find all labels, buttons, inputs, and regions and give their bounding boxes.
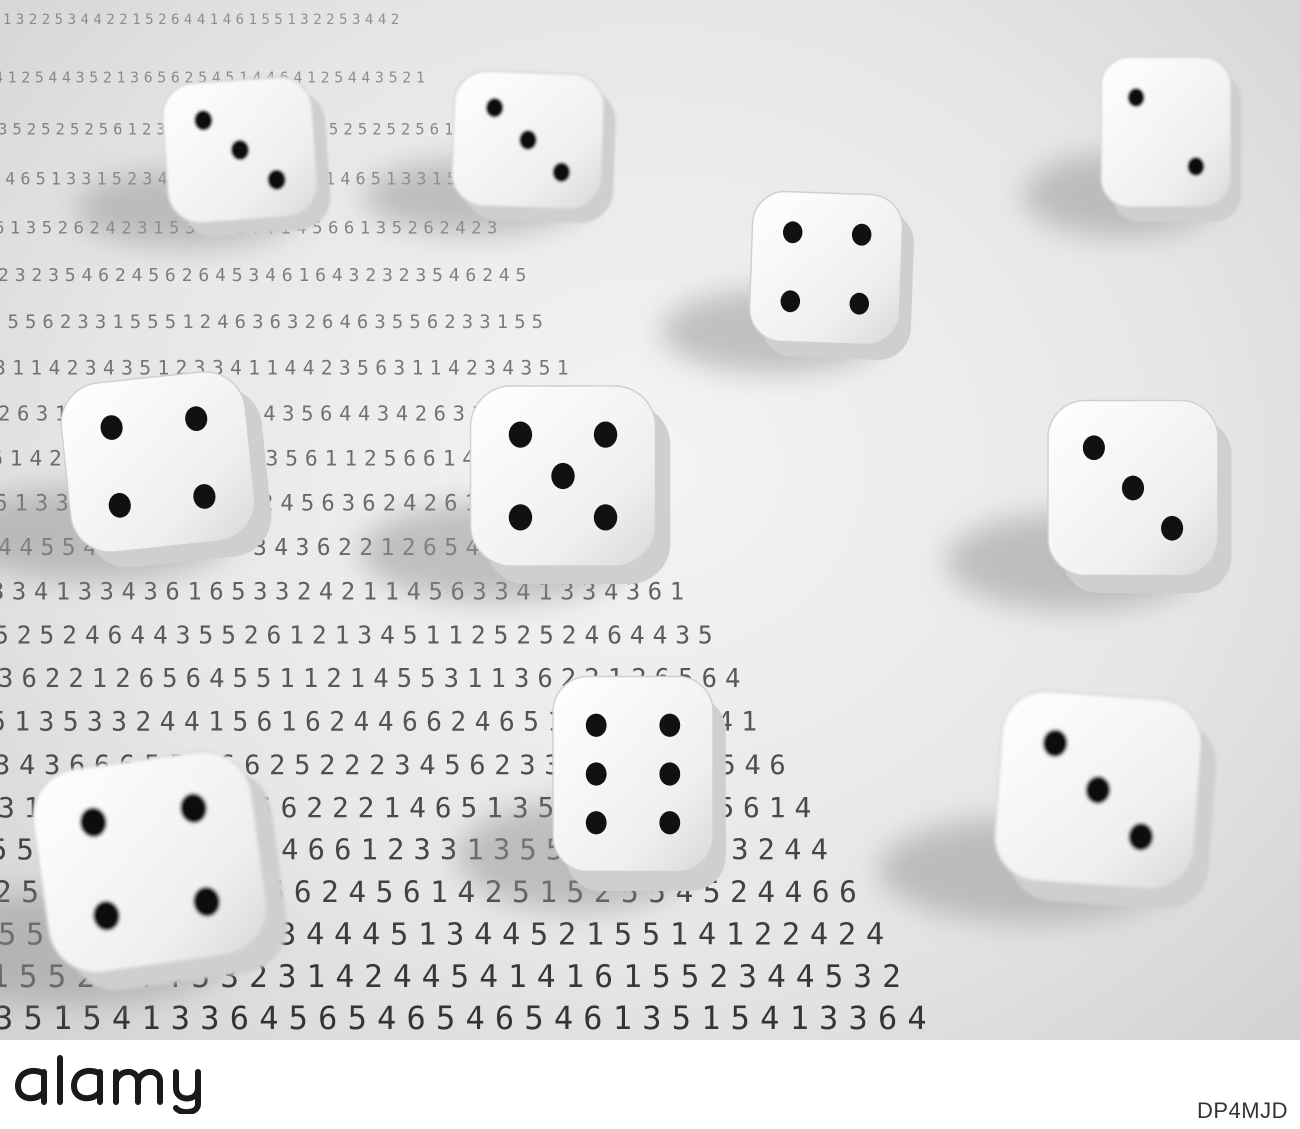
die-pip bbox=[585, 713, 607, 737]
die-pip bbox=[1127, 88, 1145, 107]
die-pip bbox=[508, 421, 533, 448]
die-pip bbox=[1161, 515, 1184, 541]
die bbox=[1047, 399, 1232, 593]
digit-row: 35154133645654654654613515413364 bbox=[0, 999, 937, 1037]
dice-scene: 5132253442215264414615513225344241254435… bbox=[0, 12, 1242, 1037]
die-pip bbox=[508, 504, 533, 531]
die-pip bbox=[593, 504, 618, 531]
die-face bbox=[1100, 56, 1232, 208]
die bbox=[748, 190, 914, 360]
die-pip bbox=[659, 762, 681, 786]
die-face bbox=[60, 371, 256, 553]
die-pip bbox=[551, 462, 575, 490]
die bbox=[451, 70, 616, 223]
die-pip bbox=[659, 811, 681, 835]
digit-row: 51322534422152644146155132253442 bbox=[0, 12, 404, 28]
image-id-label: DP4MJD bbox=[1196, 1098, 1288, 1123]
die bbox=[469, 385, 671, 584]
digit-row: 35562331555124636326463556233155 bbox=[0, 311, 549, 333]
die bbox=[993, 690, 1217, 909]
stock-photo: 51322534422152644146155132253442 41254435… bbox=[0, 0, 1300, 1040]
die bbox=[1100, 56, 1242, 222]
die bbox=[161, 76, 331, 236]
die-face bbox=[552, 675, 714, 873]
die bbox=[32, 750, 288, 991]
die-pip bbox=[585, 762, 607, 786]
die-pip bbox=[1082, 435, 1105, 461]
die bbox=[60, 371, 272, 568]
die-face bbox=[748, 190, 904, 346]
die-pip bbox=[1121, 475, 1145, 501]
die-pip bbox=[1187, 157, 1205, 176]
die-face bbox=[32, 750, 268, 974]
digit-row: 52524644355261213451125252464435 bbox=[0, 620, 721, 649]
digit-row: 23235462456264534616432323546245 bbox=[0, 265, 532, 286]
die bbox=[552, 675, 726, 891]
die-pip bbox=[593, 421, 618, 448]
digit-row: 31142343512334114423563114234351 bbox=[0, 356, 575, 379]
die-pip bbox=[659, 713, 681, 737]
die-pip bbox=[585, 811, 607, 835]
alamy-logo-icon bbox=[15, 1055, 201, 1114]
